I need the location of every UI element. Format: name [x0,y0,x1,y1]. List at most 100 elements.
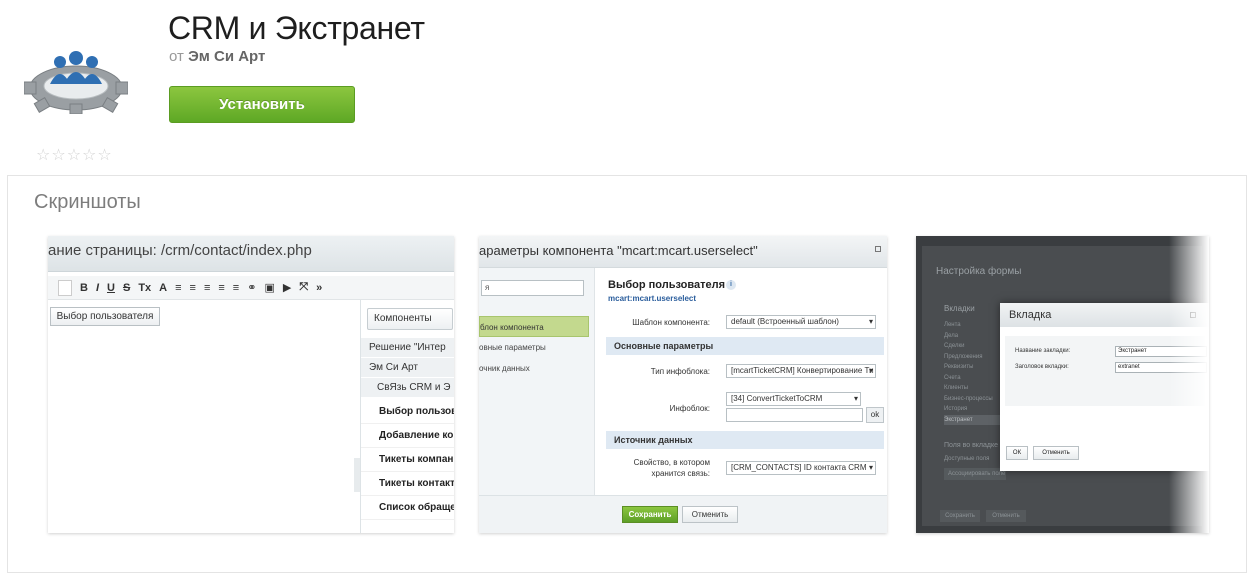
list-item: Выбор пользова [361,400,454,424]
tab-item: Лента [944,322,961,328]
star-icon[interactable]: ☆ [51,147,65,165]
shot2-nav-list: блон компонента овные параметры очник да… [479,316,589,379]
strike-icon: S [122,281,131,294]
iblock-type-label: Тип инфоблока: [650,367,710,376]
shot3-bg-save-button: Сохранить [940,510,980,522]
tree-item: Решение "Интер [361,338,454,358]
clear-format-icon: Tx [138,281,152,294]
tab-header-label: Заголовок вкладки: [1015,364,1069,370]
star-icon[interactable]: ☆ [67,147,81,165]
star-icon[interactable]: ☆ [82,147,96,165]
rating-stars[interactable]: ☆ ☆ ☆ ☆ ☆ [36,147,112,165]
tab-item: Бизнес-процессы [944,395,993,402]
shot3-cancel-button: Отменить [1033,446,1079,460]
indent-icon: ≡ [218,281,225,294]
ordered-list-icon: ≡ [175,281,182,294]
shot3-tab-list: Лента Дела Сделки Предложения Реквизиты … [944,320,1004,425]
info-icon: i [726,280,736,290]
list-item: Добавление кон [361,424,454,448]
italic-icon: I [95,281,100,294]
iblock-id-input [726,408,863,422]
property-row: Свойство, в котором хранится связь: [CRM… [596,457,887,483]
shot3-fields-header: Поля во вкладке [944,442,999,449]
shot1-component-list: Выбор пользова Добавление кон Тикеты ком… [361,400,454,520]
shot3-bg-title: Настройка формы [936,266,1022,277]
shot3-fields-available: Доступные поля [944,456,990,462]
property-label-2: хранится связь: [651,469,710,478]
font-color-icon: A [159,281,168,294]
tab-item: Предложения [944,353,983,360]
shot2-search-input: я [481,280,584,296]
list-item: Список обращен [361,496,454,520]
install-button[interactable]: Установить [169,86,355,123]
unordered-list-icon: ≡ [189,281,196,294]
shot1-user-select-button: Выбор пользователя [50,307,160,326]
tab-item: Экстранет [944,414,1004,425]
screenshots-panel: Скриншоты ание страницы: /crm/contact/in… [7,175,1247,573]
vendor-name[interactable]: Эм Си Арт [188,48,265,65]
iblock-label: Инфоблок: [669,404,710,413]
shot2-cancel-button: Отменить [682,506,738,523]
shot2-window-title: араметры компонента "mcart:mcart.usersel… [479,236,887,268]
list-item: Тикеты контакта [361,472,454,496]
nav-item: блон компонента [479,316,589,337]
shot1-component-tree: Решение "Интер Эм Си Арт СвЯзь CRM и Э [361,338,454,398]
screenshot-thumbnail-3[interactable]: Настройка формы Вкладки Лента Дела Сделк… [916,236,1209,533]
shot3-fade-overlay [1169,236,1209,533]
tree-item: Эм Си Арт [361,358,454,378]
template-row: Шаблон компонента: default (Встроенный ш… [596,315,887,331]
align-icon: ≡ [232,281,240,294]
shot3-ok-button: ОК [1006,446,1028,460]
nav-item: овные параметры [479,343,546,352]
app-vendor: от Эм Си Арт [169,48,265,65]
shot1-components-panel: Компоненты Решение "Интер Эм Си Арт СвЯз… [360,300,454,533]
shot2-left-nav: я блон компонента овные параметры очник … [479,268,595,495]
maximize-icon [875,246,881,252]
shot2-heading: Выбор пользователя [608,279,726,291]
list-item: Тикеты компани [361,448,454,472]
bold-icon: B [80,281,88,294]
section-main-params: Основные параметры [606,337,884,355]
tab-item: Реквизиты [944,364,974,370]
iblock-select: [34] ConvertTicketToCRM [726,392,861,406]
section-data-source: Источник данных [606,431,884,449]
shot2-save-button: Сохранить [622,506,678,523]
tab-item: Счета [944,374,961,381]
star-icon[interactable]: ☆ [36,147,50,165]
iblock-row: Инфоблок: [34] ConvertTicketToCRM ok [596,392,887,428]
shot2-footer: Сохранить Отменить [479,495,887,533]
tab-item: Клиенты [944,385,969,391]
underline-icon: U [107,281,115,294]
iblock-ok-button: ok [866,407,884,423]
tab-name-label: Название закладки: [1015,348,1071,354]
property-select: [CRM_CONTACTS] ID контакта CRM [726,461,876,475]
shot2-subheading: mcart:mcart.userselect [608,294,697,303]
outdent-icon: ≡ [203,281,211,294]
template-label: Шаблон компонента: [632,318,710,327]
nav-item: очник данных [479,364,530,373]
tab-item: Дела [944,332,959,339]
iblock-type-row: Тип инфоблока: [mcartTicketCRM] Конверти… [596,364,887,380]
property-label-1: Свойство, в котором [633,458,710,467]
shot1-window-title: ание страницы: /crm/contact/index.php [48,236,454,272]
shot3-bg-cancel-button: Отменить [986,510,1026,522]
shot1-components-button: Компоненты [367,308,453,330]
more-icon: » [316,281,323,294]
screenshots-title: Скриншоты [34,191,141,213]
link-icon: ⚭ [247,282,257,294]
tab-item: История [944,406,968,412]
shot3-assoc-field: Ассоциировать поле [944,468,1006,480]
app-icon [23,50,129,115]
shot1-editor-toolbar: B I U S Tx A ≡ ≡ ≡ ≡ ≡ ⚭ ▣ ▶ ⤧ » [48,276,454,300]
tab-item: Сделки [944,343,965,349]
format-select [58,279,72,296]
iblock-type-select: [mcartTicketCRM] Конвертирование Ти [726,364,876,378]
screenshot-thumbnail-1[interactable]: ание страницы: /crm/contact/index.php B … [48,236,454,533]
app-title: CRM и Экстранет [168,10,425,46]
shot2-main: Выбор пользователя i mcart:mcart.usersel… [596,268,887,495]
star-icon[interactable]: ☆ [97,147,111,165]
template-select: default (Встроенный шаблон) [726,315,876,329]
shot3-tabs-header: Вкладки [944,304,975,313]
screenshot-thumbnail-2[interactable]: араметры компонента "mcart:mcart.usersel… [479,236,887,533]
tree-item: СвЯзь CRM и Э [361,378,454,398]
